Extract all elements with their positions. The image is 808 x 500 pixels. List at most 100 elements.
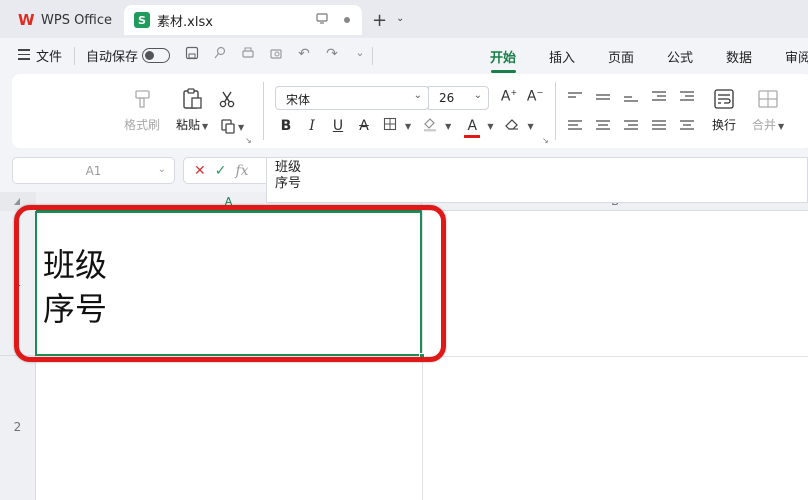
decrease-font-icon[interactable]: A−	[522, 88, 548, 105]
tab-formula[interactable]: 公式	[667, 47, 726, 66]
wrap-text-button[interactable]: 换行	[712, 86, 736, 133]
italic-icon[interactable]: I	[299, 118, 325, 134]
undo-icon[interactable]: ↶	[296, 46, 312, 64]
tab-wps-office[interactable]: W WPS Office	[8, 5, 120, 35]
brush-icon[interactable]	[212, 46, 228, 64]
ribbon-panel: 格式刷 粘贴 ▼ ▼ ↘ 宋体 ⌄ 26 ⌄ A+ A− B I U A ▼ ▼…	[12, 74, 808, 148]
increase-font-icon[interactable]: A+	[496, 88, 522, 105]
divider	[74, 47, 75, 65]
cut-button[interactable]	[218, 86, 236, 112]
name-box-value: A1	[85, 164, 102, 178]
tab-home[interactable]: 开始	[490, 47, 549, 73]
tab-data[interactable]: 数据	[726, 47, 785, 66]
menu-row: 文件 自动保存 ↶ ↷ ⌄ 开始 插入 页面 公式 数据 审阅	[0, 38, 808, 73]
font-color-icon[interactable]: A	[459, 118, 485, 138]
file-menu[interactable]: 文件	[36, 46, 62, 65]
merge-cells-button[interactable]: 合并 ▼	[752, 86, 784, 133]
divider	[372, 47, 373, 65]
eraser-icon[interactable]	[499, 117, 525, 135]
cell-a1[interactable]: 班级 序号	[35, 211, 422, 356]
row-header-1[interactable]: 1	[0, 211, 36, 356]
unsaved-dot-icon[interactable]	[344, 17, 350, 23]
bold-icon[interactable]: B	[273, 118, 299, 134]
autosave-toggle[interactable]	[142, 48, 170, 63]
title-bar: W WPS Office S 素材.xlsx + ⌄	[0, 0, 808, 38]
justify-icon[interactable]	[652, 120, 666, 132]
font-format-row: B I U A ▼ ▼ A ▼ ▼	[273, 116, 534, 138]
align-center-icon[interactable]	[596, 120, 610, 132]
cell-b1[interactable]	[423, 211, 808, 356]
name-box[interactable]: A1 ⌄	[12, 157, 175, 184]
chevron-down-icon: ⌄	[473, 90, 482, 101]
quick-access-toolbar: ↶ ↷ ⌄	[184, 46, 368, 64]
increase-indent-icon[interactable]	[680, 91, 694, 103]
autosave-label: 自动保存	[86, 50, 139, 65]
print-preview-icon[interactable]	[268, 46, 284, 64]
formula-bar: A1 ⌄ ✕ ✓ fx 班级 序号	[0, 150, 808, 203]
paste-button[interactable]: 粘贴 ▼	[176, 86, 208, 133]
confirm-check-icon[interactable]: ✓	[215, 163, 227, 179]
select-all-corner[interactable]	[0, 192, 36, 211]
format-painter-icon	[131, 86, 153, 112]
ribbon-tab-bar: 开始 插入 页面 公式 数据 审阅	[490, 47, 808, 73]
underline-icon[interactable]: U	[325, 118, 351, 134]
paste-label: 粘贴	[176, 118, 201, 132]
divider	[555, 82, 556, 140]
clipboard-launcher-icon[interactable]: ↘	[245, 136, 252, 145]
formula-actions: ✕ ✓ fx	[183, 157, 269, 184]
tab-review[interactable]: 审阅	[785, 47, 808, 66]
align-top-icon[interactable]	[568, 92, 582, 100]
chevron-down-icon[interactable]: ▼	[445, 122, 451, 131]
align-left-icon[interactable]	[568, 120, 582, 132]
formula-input[interactable]: 班级 序号	[266, 157, 808, 203]
align-bottom-icon[interactable]	[624, 96, 638, 104]
wrap-text-label: 换行	[712, 118, 737, 132]
font-launcher-icon[interactable]: ↘	[542, 136, 549, 145]
chevron-down-icon[interactable]: ⌄	[352, 46, 368, 64]
chevron-down-icon[interactable]: ⌄	[396, 13, 404, 24]
chevron-down-icon: ⌄	[413, 90, 422, 101]
print-icon[interactable]	[240, 46, 256, 64]
chevron-down-icon[interactable]: ▼	[527, 122, 533, 131]
insert-function-icon[interactable]: fx	[235, 163, 248, 179]
merge-label: 合并	[752, 118, 777, 132]
cell-a2[interactable]	[36, 357, 422, 500]
new-tab-plus-icon[interactable]: +	[372, 10, 387, 31]
distributed-icon[interactable]	[680, 120, 694, 132]
wps-logo-icon: W	[18, 11, 35, 29]
scissors-icon	[218, 86, 236, 112]
tab-label: 素材.xlsx	[157, 14, 213, 30]
chevron-down-icon: ▼	[238, 123, 245, 132]
strikethrough-icon[interactable]: A	[351, 118, 377, 134]
tab-document[interactable]: S 素材.xlsx	[124, 5, 362, 35]
align-middle-icon[interactable]	[596, 94, 610, 102]
format-painter-button[interactable]: 格式刷	[124, 86, 160, 133]
decrease-indent-icon[interactable]	[652, 91, 666, 103]
monitor-icon[interactable]	[316, 13, 328, 27]
chevron-down-icon: ▼	[202, 122, 209, 131]
copy-button[interactable]: ▼	[220, 118, 244, 137]
cancel-icon[interactable]: ✕	[194, 163, 206, 179]
font-size-select[interactable]: 26 ⌄	[428, 86, 489, 110]
tab-insert[interactable]: 插入	[549, 47, 608, 66]
tab-page[interactable]: 页面	[608, 47, 667, 66]
fill-color-icon[interactable]	[417, 116, 443, 136]
redo-icon[interactable]: ↷	[324, 46, 340, 64]
borders-icon[interactable]	[377, 117, 403, 135]
spreadsheet-s-icon: S	[134, 12, 150, 28]
clipboard-icon	[180, 86, 204, 112]
cell-b2[interactable]	[423, 357, 808, 500]
chevron-down-icon[interactable]: ▼	[487, 122, 493, 131]
font-family-value: 宋体	[286, 93, 311, 107]
copy-icon	[220, 118, 236, 137]
chevron-down-icon[interactable]: ▼	[405, 122, 411, 131]
spreadsheet-grid: A B 1 2 班级 序号	[0, 192, 808, 500]
font-size-value: 26	[439, 91, 455, 105]
font-family-select[interactable]: 宋体 ⌄	[275, 86, 429, 110]
save-icon[interactable]	[184, 46, 200, 64]
divider	[263, 82, 264, 140]
row-header-2[interactable]: 2	[0, 356, 36, 500]
align-right-icon[interactable]	[624, 120, 638, 132]
merge-cells-icon	[757, 86, 779, 112]
hamburger-menu-icon[interactable]	[18, 49, 30, 63]
